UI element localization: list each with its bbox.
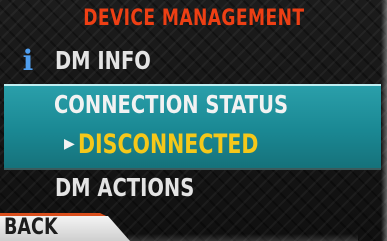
screen-bezel-edge bbox=[381, 0, 387, 241]
bottom-bezel-highlight bbox=[128, 234, 358, 241]
connection-status-value: ▶ DISCONNECTED bbox=[64, 128, 315, 160]
status-value-text: DISCONNECTED bbox=[77, 128, 259, 160]
screen-header: DEVICE MANAGEMENT bbox=[0, 0, 387, 36]
menu-item-label: CONNECTION STATUS bbox=[54, 90, 288, 119]
back-button-label: BACK bbox=[4, 215, 58, 240]
back-button[interactable]: BACK bbox=[0, 213, 132, 241]
menu-item-connection-status[interactable]: CONNECTION STATUS ▶ DISCONNECTED bbox=[4, 84, 381, 170]
screen-title: DEVICE MANAGEMENT bbox=[82, 5, 305, 31]
triangle-right-icon: ▶ bbox=[64, 136, 75, 152]
info-icon: i bbox=[22, 44, 34, 77]
menu-item-dm-actions[interactable]: DM ACTIONS bbox=[0, 168, 381, 208]
menu-item-label: DM INFO bbox=[55, 46, 151, 75]
menu-item-label: DM ACTIONS bbox=[55, 173, 195, 202]
menu-item-dm-info[interactable]: i DM INFO bbox=[0, 40, 381, 82]
device-management-screen: DEVICE MANAGEMENT i DM INFO CONNECTION S… bbox=[0, 0, 387, 241]
